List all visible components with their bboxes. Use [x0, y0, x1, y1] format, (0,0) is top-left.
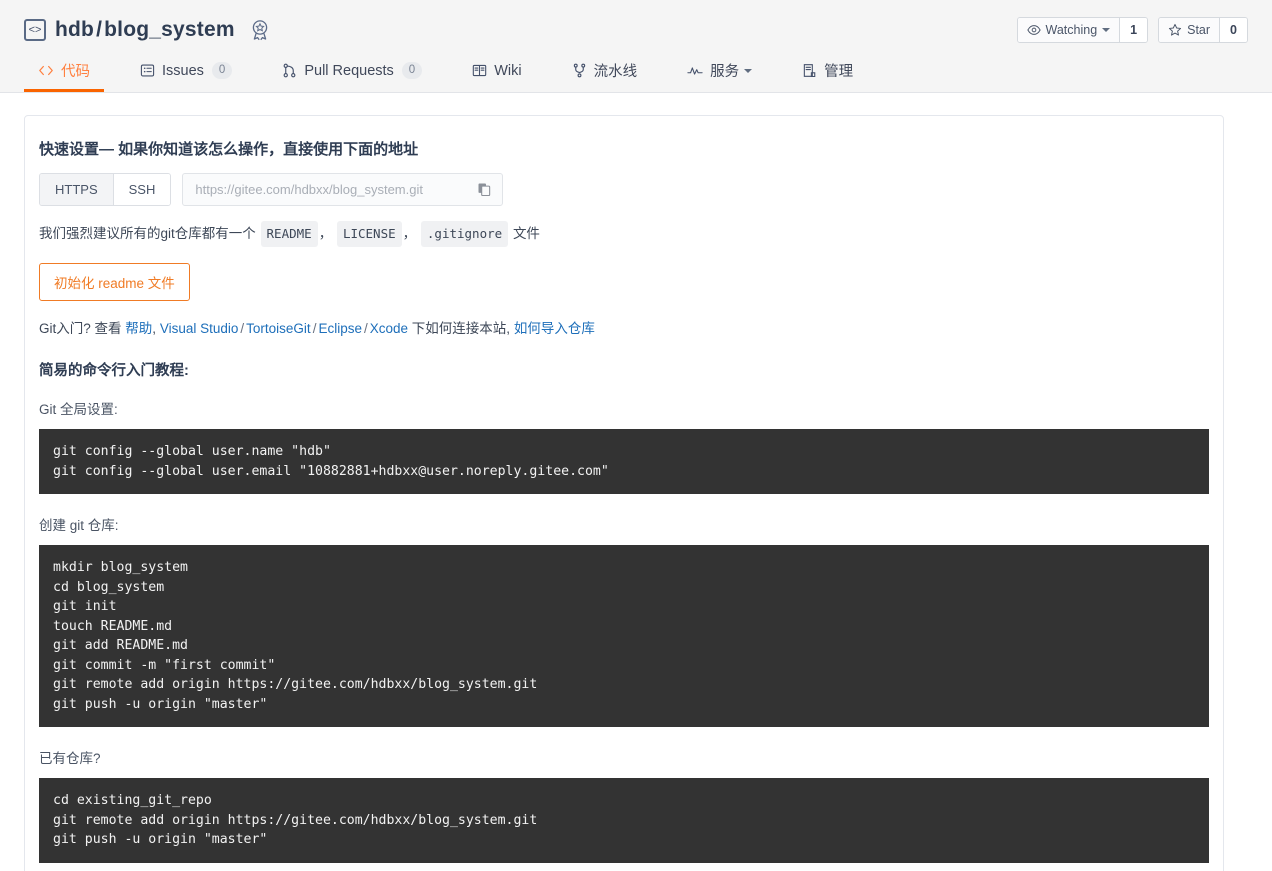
clone-url-value: https://gitee.com/hdbxx/blog_system.git: [195, 182, 423, 197]
award-badge-icon: [247, 17, 273, 43]
tutorial-title: 简易的命令行入门教程:: [39, 363, 189, 379]
git-help-comma-2: ,: [506, 321, 511, 336]
git-help-comma: ,: [152, 321, 157, 336]
advice-comma-2: ，: [402, 226, 417, 241]
code-block-existing-repo[interactable]: cd existing_git_repo git remote add orig…: [39, 778, 1209, 863]
advice-prefix: 我们强烈建议所有的git仓库都有一个: [39, 226, 256, 241]
step-label-existing-repo: 已有仓库?: [39, 751, 101, 766]
tortoisegit-link[interactable]: TortoiseGit: [246, 321, 311, 336]
repo-name-link[interactable]: blog_system: [104, 18, 235, 41]
clone-row: HTTPS SSH https://gitee.com/hdbxx/blog_s…: [39, 173, 1209, 206]
git-help-line: Git入门? 查看 帮助, Visual Studio / TortoiseGit /…: [39, 317, 1209, 337]
repo-title-separator: /: [96, 18, 103, 41]
protocol-toggle[interactable]: HTTPS SSH: [39, 173, 172, 206]
repo-nav: 代码 Issues 0 Pull Requests 0 Wiki 流水线 服务 …: [0, 49, 1272, 92]
service-chart-icon: [687, 64, 703, 78]
repo-files-advice: 我们强烈建议所有的git仓库都有一个 README， LICENSE， .git…: [39, 221, 1209, 247]
tab-code-label: 代码: [61, 64, 90, 80]
gitignore-chip: .gitignore: [420, 221, 509, 247]
code-block-create-repo[interactable]: mkdir blog_system cd blog_system git ini…: [39, 545, 1209, 727]
tab-code[interactable]: 代码: [24, 49, 104, 92]
star-label: Star: [1187, 23, 1211, 37]
copy-icon[interactable]: [477, 182, 492, 197]
git-help-view: 查看: [94, 321, 122, 336]
manage-icon: [802, 63, 817, 78]
page-content: 快速设置— 如果你知道该怎么操作，直接使用下面的地址 HTTPS SSH htt…: [0, 93, 1272, 871]
code-block-global-config[interactable]: git config --global user.name "hdb" git …: [39, 429, 1209, 494]
chevron-down-icon: [744, 68, 753, 73]
code-brackets-icon: [38, 63, 54, 78]
git-help-middle: 下如何连接本站: [411, 321, 507, 336]
watch-count[interactable]: 1: [1119, 18, 1148, 42]
git-help-prefix: Git入门?: [39, 321, 91, 336]
tab-pipeline[interactable]: 流水线: [558, 49, 652, 92]
tab-service[interactable]: 服务: [673, 49, 766, 92]
quick-setup-title: 快速设置— 如果你知道该怎么操作，直接使用下面的地址: [39, 141, 419, 158]
eclipse-link[interactable]: Eclipse: [318, 321, 362, 336]
repo-header-actions: Watching 1 Star 0: [1016, 17, 1248, 43]
watch-label: Watching: [1045, 23, 1098, 37]
page-title: hdb/blog_system: [55, 18, 235, 42]
step-label-global-config: Git 全局设置:: [39, 402, 118, 417]
advice-suffix: 文件: [512, 226, 540, 241]
help-link[interactable]: 帮助: [125, 321, 152, 336]
readme-chip: README: [260, 221, 318, 247]
tab-manage[interactable]: 管理: [788, 49, 867, 92]
init-readme-button[interactable]: 初始化 readme 文件: [39, 263, 190, 301]
step-label-create-repo: 创建 git 仓库:: [39, 518, 119, 533]
star-button[interactable]: Star: [1159, 18, 1220, 42]
tab-manage-label: 管理: [824, 64, 854, 80]
repo-header-top: <> hdb/blog_system Watching 1 Star 0: [0, 0, 1272, 50]
protocol-option-ssh[interactable]: SSH: [112, 174, 171, 205]
tab-issues-label: Issues: [162, 62, 204, 79]
import-repo-link[interactable]: 如何导入仓库: [514, 321, 595, 336]
tab-issues-badge: 0: [211, 62, 233, 79]
repo-header: <> hdb/blog_system Watching 1 Star 0 代码 …: [0, 0, 1272, 93]
clone-url-field[interactable]: https://gitee.com/hdbxx/blog_system.git: [182, 173, 504, 206]
tab-pull-requests-label: Pull Requests: [304, 62, 394, 79]
tab-issues[interactable]: Issues 0: [126, 49, 246, 92]
chevron-down-icon: [1102, 28, 1111, 32]
slash-1: /: [240, 321, 245, 336]
tab-service-label: 服务: [710, 64, 740, 80]
quick-setup-card: 快速设置— 如果你知道该怎么操作，直接使用下面的地址 HTTPS SSH htt…: [24, 115, 1224, 871]
code-repo-icon: <>: [24, 19, 46, 41]
watch-button[interactable]: Watching: [1017, 18, 1120, 42]
star-icon: [1168, 23, 1182, 37]
eye-icon: [1026, 23, 1041, 37]
issues-icon: [140, 63, 155, 78]
tab-pipeline-label: 流水线: [593, 64, 638, 80]
protocol-option-https[interactable]: HTTPS: [40, 174, 113, 205]
wiki-book-icon: [472, 63, 487, 78]
tab-wiki-label: Wiki: [494, 62, 522, 79]
repo-owner-link[interactable]: hdb: [55, 18, 94, 41]
tab-pull-requests[interactable]: Pull Requests 0: [268, 49, 436, 92]
star-button-group[interactable]: Star 0: [1158, 17, 1248, 43]
star-count[interactable]: 0: [1219, 18, 1247, 42]
license-chip: LICENSE: [336, 221, 402, 247]
visual-studio-link[interactable]: Visual Studio: [160, 321, 239, 336]
pull-request-icon: [282, 63, 297, 78]
tab-wiki[interactable]: Wiki: [458, 49, 535, 92]
tab-pull-requests-badge: 0: [401, 62, 423, 79]
pipeline-icon: [572, 63, 587, 78]
slash-3: /: [363, 321, 368, 336]
xcode-link[interactable]: Xcode: [370, 321, 408, 336]
advice-comma-1: ，: [318, 226, 333, 241]
watch-button-group[interactable]: Watching 1: [1016, 17, 1149, 43]
